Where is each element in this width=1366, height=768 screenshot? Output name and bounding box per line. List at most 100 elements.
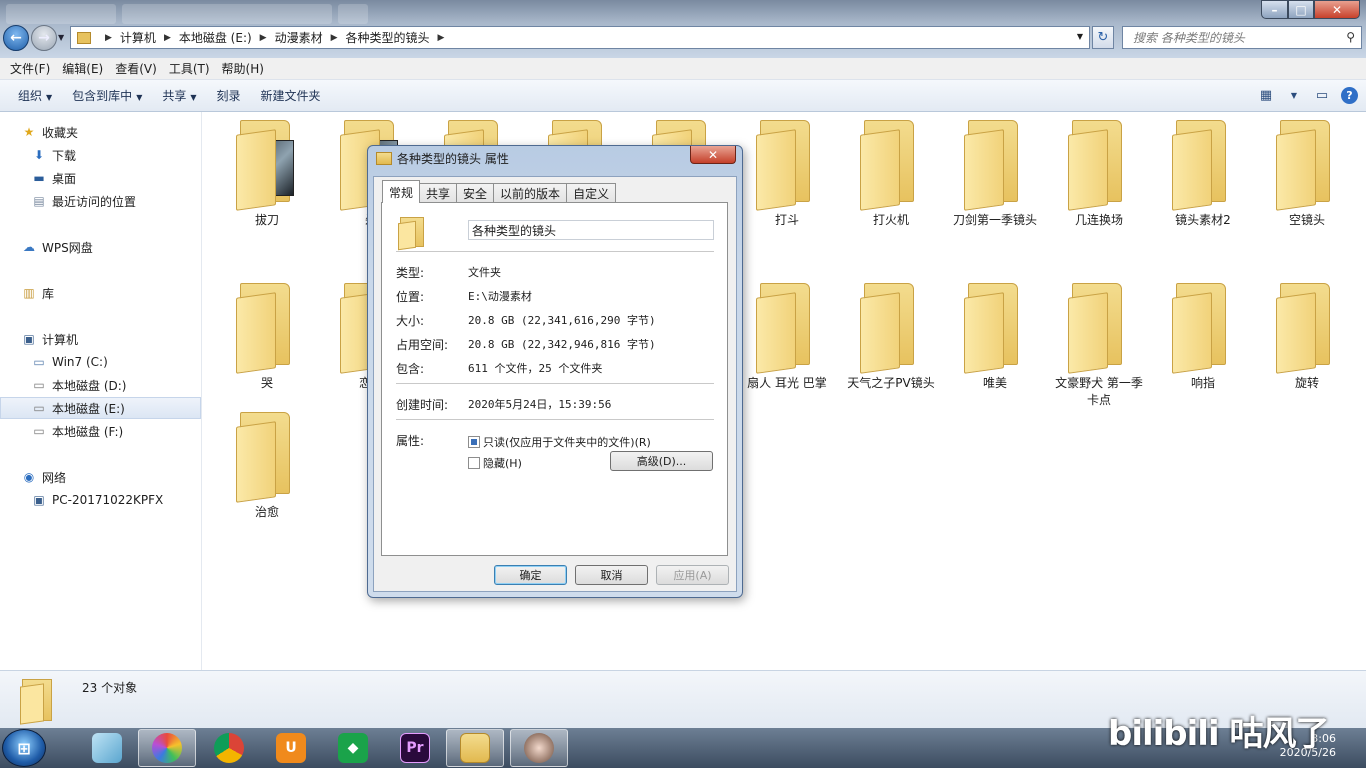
address-dropdown-icon[interactable]: ▼: [1077, 32, 1083, 41]
size-label: 大小:: [396, 314, 425, 328]
dialog-close-button[interactable]: ✕: [690, 146, 736, 164]
folder-item[interactable]: 文豪野犬 第一季 卡点: [1049, 283, 1149, 409]
change-view-icon[interactable]: ▦: [1257, 86, 1275, 104]
ok-button[interactable]: 确定: [494, 565, 567, 585]
breadcrumb-computer[interactable]: 计算机: [120, 29, 156, 46]
tab-customize[interactable]: 自定义: [566, 183, 617, 203]
tab-sharing[interactable]: 共享: [419, 183, 458, 203]
folder-item[interactable]: 哭: [217, 283, 317, 392]
menu-edit[interactable]: 编辑(E): [56, 60, 109, 77]
sidebar-item-computer[interactable]: ▣ 计算机: [0, 328, 201, 350]
tab-security[interactable]: 安全: [456, 183, 495, 203]
sidebar-item-drive-e[interactable]: ▭ 本地磁盘 (E:): [0, 397, 201, 419]
close-button[interactable]: ✕: [1314, 0, 1360, 19]
tab-previous-versions[interactable]: 以前的版本: [493, 183, 568, 203]
refresh-button[interactable]: ↻: [1092, 26, 1114, 49]
include-library-button[interactable]: 包含到库中 ▼: [62, 87, 152, 104]
include-library-label: 包含到库中: [72, 89, 133, 103]
cancel-button[interactable]: 取消: [575, 565, 648, 585]
chevron-right-icon[interactable]: ▶: [260, 33, 267, 43]
burn-button[interactable]: 刻录: [207, 87, 251, 104]
chevron-right-icon[interactable]: ▶: [164, 33, 171, 43]
folder-item[interactable]: 空镜头: [1257, 120, 1357, 229]
forward-button[interactable]: →: [31, 25, 57, 51]
tab-general[interactable]: 常规: [382, 180, 421, 203]
search-icon[interactable]: ⚲: [1346, 30, 1355, 44]
sidebar-item-drive-c[interactable]: ▭ Win7 (C:): [0, 351, 201, 373]
sidebar-item-network[interactable]: ◉ 网络: [0, 466, 201, 488]
folder-item[interactable]: 几连换场: [1049, 120, 1149, 229]
menu-tools[interactable]: 工具(T): [163, 60, 216, 77]
hidden-checkbox[interactable]: 隐藏(H): [468, 455, 522, 471]
menu-help[interactable]: 帮助(H): [216, 60, 270, 77]
folder-icon: [756, 120, 818, 211]
history-dropdown-icon[interactable]: ▼: [58, 33, 64, 42]
preview-pane-icon[interactable]: ▭: [1313, 86, 1331, 104]
taskbar-app-1[interactable]: [78, 729, 136, 767]
search-input[interactable]: 搜索 各种类型的镜头 ⚲: [1122, 26, 1362, 49]
menu-view[interactable]: 查看(V): [109, 60, 163, 77]
folder-label: 天气之子PV镜头: [847, 376, 935, 390]
folder-label: 响指: [1190, 376, 1215, 390]
hidden-label: 隐藏(H): [483, 457, 522, 470]
desktop-icon: ▬: [33, 171, 45, 185]
window-controls: – □ ✕: [1261, 0, 1360, 19]
taskbar-app-8[interactable]: [510, 729, 568, 767]
sidebar-item-favorites[interactable]: ★ 收藏夹: [0, 121, 201, 143]
taskbar-explorer[interactable]: [446, 729, 504, 767]
folder-icon: [236, 120, 298, 211]
taskbar-premiere[interactable]: Pr: [386, 729, 444, 767]
sidebar-item-wps[interactable]: ☁ WPS网盘: [0, 236, 201, 258]
menu-file[interactable]: 文件(F): [4, 60, 56, 77]
folder-label: 空镜头: [1288, 213, 1325, 227]
type-label: 类型:: [396, 266, 425, 280]
new-folder-button[interactable]: 新建文件夹: [251, 87, 331, 104]
readonly-checkbox[interactable]: 只读(仅应用于文件夹中的文件)(R): [468, 434, 651, 450]
folder-item[interactable]: 打火机: [841, 120, 941, 229]
folder-item[interactable]: 旋转: [1257, 283, 1357, 392]
help-icon[interactable]: ?: [1341, 86, 1358, 104]
folder-item[interactable]: 拔刀: [217, 120, 317, 229]
advanced-button[interactable]: 高级(D)...: [610, 451, 713, 471]
taskbar-uc[interactable]: U: [262, 729, 320, 767]
sidebar-label: 本地磁盘 (D:): [52, 378, 127, 393]
taskbar-app-2[interactable]: [138, 729, 196, 767]
apply-button[interactable]: 应用(A): [656, 565, 729, 585]
folder-item[interactable]: 治愈: [217, 412, 317, 521]
menu-bar: 文件(F) 编辑(E) 查看(V) 工具(T) 帮助(H): [0, 58, 1366, 80]
sidebar-item-pc[interactable]: ▣ PC-20171022KPFX: [0, 489, 201, 511]
taskbar-app-5[interactable]: ◆: [324, 729, 382, 767]
created-value: 2020年5月24日，15:39:56: [468, 398, 612, 411]
breadcrumb-current[interactable]: 各种类型的镜头: [346, 29, 430, 46]
view-dropdown-icon[interactable]: ▼: [1285, 86, 1303, 104]
organize-button[interactable]: 组织 ▼: [8, 87, 62, 104]
breadcrumb-drive-e[interactable]: 本地磁盘 (E:): [179, 29, 252, 46]
sidebar-item-recent[interactable]: ▤ 最近访问的位置: [0, 190, 201, 212]
folder-item[interactable]: 刀剑第一季镜头: [945, 120, 1045, 229]
folder-item[interactable]: 响指: [1153, 283, 1253, 392]
minimize-button[interactable]: –: [1261, 0, 1288, 19]
sidebar-item-library[interactable]: ▥ 库: [0, 282, 201, 304]
sidebar-item-desktop[interactable]: ▬ 桌面: [0, 167, 201, 189]
chevron-right-icon[interactable]: ▶: [105, 33, 112, 43]
folder-item[interactable]: 镜头素材2: [1153, 120, 1253, 229]
sidebar-item-drive-d[interactable]: ▭ 本地磁盘 (D:): [0, 374, 201, 396]
address-bar[interactable]: ▶ 计算机 ▶ 本地磁盘 (E:) ▶ 动漫素材 ▶ 各种类型的镜头 ▶ ▼: [70, 26, 1090, 49]
folder-label: 唯美: [982, 376, 1007, 390]
sidebar-item-downloads[interactable]: ⬇ 下载: [0, 144, 201, 166]
start-button[interactable]: ⊞: [2, 729, 46, 767]
folder-item[interactable]: 打斗: [737, 120, 837, 229]
maximize-button[interactable]: □: [1288, 0, 1314, 19]
breadcrumb-anime[interactable]: 动漫素材: [275, 29, 323, 46]
folder-item[interactable]: 扇人 耳光 巴掌: [737, 283, 837, 392]
folder-icon: [860, 120, 922, 211]
chevron-right-icon[interactable]: ▶: [438, 33, 445, 43]
folder-item[interactable]: 天气之子PV镜头: [841, 283, 941, 392]
chevron-right-icon[interactable]: ▶: [331, 33, 338, 43]
taskbar-chrome[interactable]: [200, 729, 258, 767]
sidebar-item-drive-f[interactable]: ▭ 本地磁盘 (F:): [0, 420, 201, 442]
folder-item[interactable]: 唯美: [945, 283, 1045, 392]
share-button[interactable]: 共享 ▼: [152, 87, 206, 104]
folder-name-field[interactable]: 各种类型的镜头: [468, 220, 714, 240]
back-button[interactable]: ←: [3, 25, 29, 51]
